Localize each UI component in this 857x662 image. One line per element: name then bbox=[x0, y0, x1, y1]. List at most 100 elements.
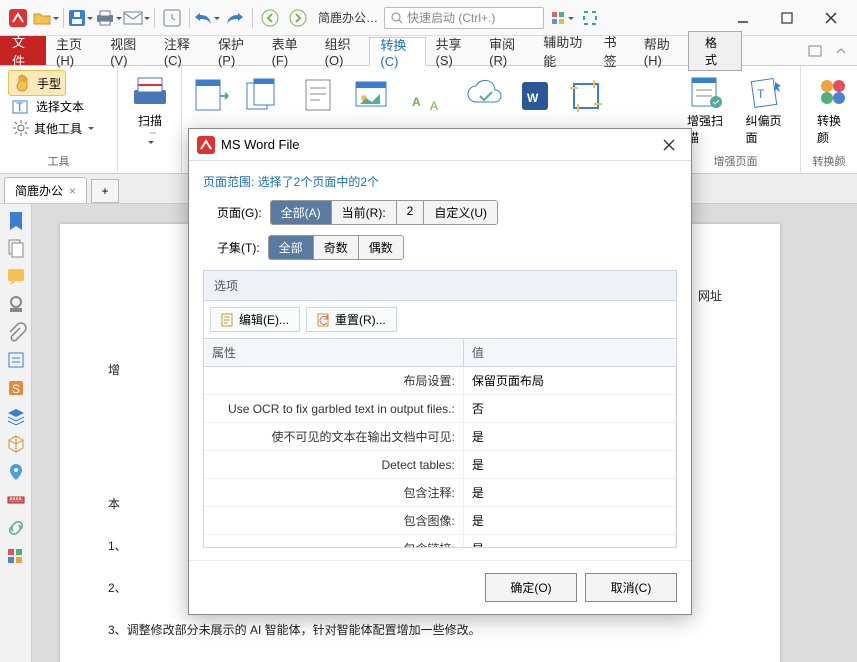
font-icon[interactable]: AA bbox=[410, 76, 450, 116]
image-convert-icon[interactable] bbox=[352, 76, 396, 116]
table-row[interactable]: 包含链接:是 bbox=[204, 535, 676, 549]
format-button[interactable]: 格式 bbox=[688, 31, 742, 71]
attachment-icon[interactable] bbox=[6, 322, 26, 342]
ms-word-export-dialog: MS Word File 页面范围: 选择了2个页面中的2个 页面(G): 全部… bbox=[188, 128, 692, 615]
col-value: 值 bbox=[463, 339, 675, 367]
table-row[interactable]: Use OCR to fix garbled text in output fi… bbox=[204, 395, 676, 423]
svg-text:A: A bbox=[412, 95, 421, 109]
reset-options-button[interactable]: 重置(R)... bbox=[306, 307, 397, 332]
save-icon[interactable] bbox=[69, 6, 93, 30]
segment-option[interactable]: 当前(R): bbox=[332, 201, 397, 224]
convert-color-group-label: 转换颜 bbox=[809, 151, 849, 169]
dialog-title: MS Word File bbox=[221, 137, 300, 152]
add-tab-button[interactable]: + bbox=[91, 179, 119, 203]
print-icon[interactable] bbox=[97, 6, 121, 30]
pages-panel-icon[interactable] bbox=[6, 238, 26, 258]
convert-pages-icon[interactable] bbox=[244, 76, 284, 116]
segment-option[interactable]: 偶数 bbox=[359, 236, 403, 259]
tools-menu-icon[interactable] bbox=[550, 6, 574, 30]
table-row[interactable]: 使不可见的文本在输出文档中可见:是 bbox=[204, 423, 676, 451]
segment-option[interactable]: 自定义(U) bbox=[424, 201, 497, 224]
menu-tab[interactable]: 转换(C) bbox=[369, 37, 425, 66]
geo-icon[interactable] bbox=[6, 462, 26, 482]
convert-page-icon[interactable] bbox=[190, 76, 230, 116]
table-row[interactable]: 包含图像:是 bbox=[204, 507, 676, 535]
menu-tab[interactable]: 辅助功能 bbox=[533, 36, 593, 65]
dialog-titlebar[interactable]: MS Word File bbox=[189, 129, 691, 161]
window-close-button[interactable] bbox=[809, 3, 853, 33]
stamp-icon[interactable] bbox=[6, 294, 26, 314]
ruler-icon[interactable] bbox=[6, 490, 26, 510]
scan-button[interactable]: 扫描 bbox=[126, 70, 174, 149]
mail-icon[interactable] bbox=[125, 6, 149, 30]
undo-icon[interactable] bbox=[195, 6, 219, 30]
hand-tool[interactable]: 手型 bbox=[8, 70, 66, 96]
dialog-app-icon bbox=[197, 136, 215, 154]
segment-option[interactable]: 2 bbox=[397, 201, 425, 224]
options-table[interactable]: 属性 值 布局设置:保留页面布局Use OCR to fix garbled t… bbox=[203, 338, 677, 548]
tools-group-label: 工具 bbox=[8, 151, 109, 169]
table-row[interactable]: 包含注释:是 bbox=[204, 479, 676, 507]
nav-fwd-icon[interactable] bbox=[286, 6, 310, 30]
side-panel: S bbox=[0, 204, 32, 662]
ribbon-opts-icon[interactable] bbox=[804, 39, 824, 63]
document-icon[interactable] bbox=[298, 76, 338, 116]
table-row[interactable]: 布局设置:保留页面布局 bbox=[204, 367, 676, 395]
cancel-button[interactable]: 取消(C) bbox=[585, 573, 677, 602]
close-tab-icon[interactable]: × bbox=[69, 184, 76, 198]
edit-icon bbox=[221, 313, 235, 327]
subset-segment[interactable]: 全部奇数偶数 bbox=[268, 235, 404, 260]
menu-bar: 文件 主页(H)视图(V)注释(C)保护(P)表单(F)组织(O)转换(C)共享… bbox=[0, 36, 857, 66]
menu-tab[interactable]: 共享(S) bbox=[426, 36, 480, 65]
bookmark-icon[interactable] bbox=[6, 210, 26, 230]
collapse-ribbon-icon[interactable] bbox=[831, 39, 851, 63]
select-text-icon: T bbox=[12, 99, 32, 115]
deskew-button[interactable]: T 纠偏页面 bbox=[738, 70, 793, 150]
options-header: 选项 bbox=[203, 270, 677, 300]
menu-tab[interactable]: 保护(P) bbox=[208, 36, 262, 65]
nav-back-icon[interactable] bbox=[258, 6, 282, 30]
gear-icon bbox=[12, 119, 30, 137]
quick-launch-search[interactable]: 快速启动 (Ctrl+.) bbox=[384, 7, 544, 29]
table-row[interactable]: Detect tables:是 bbox=[204, 451, 676, 479]
redo-icon[interactable] bbox=[223, 6, 247, 30]
window-minimize-button[interactable] bbox=[721, 3, 765, 33]
other-tools-menu[interactable]: 其他工具 bbox=[8, 117, 98, 139]
select-text-tool[interactable]: T 选择文本 bbox=[8, 96, 88, 117]
cloud-convert-icon[interactable] bbox=[464, 76, 504, 116]
revert-icon[interactable] bbox=[160, 6, 184, 30]
comments-icon[interactable] bbox=[6, 266, 26, 286]
crop-icon[interactable] bbox=[566, 76, 606, 116]
ok-button[interactable]: 确定(O) bbox=[485, 573, 577, 602]
palette-icon bbox=[815, 74, 851, 110]
window-maximize-button[interactable] bbox=[765, 3, 809, 33]
col-property: 属性 bbox=[204, 339, 463, 367]
layers-icon[interactable] bbox=[6, 406, 26, 426]
file-menu[interactable]: 文件 bbox=[0, 36, 46, 65]
dialog-close-button[interactable] bbox=[655, 133, 683, 157]
menu-tab[interactable]: 表单(F) bbox=[262, 36, 315, 65]
word-export-icon[interactable]: W bbox=[518, 76, 552, 116]
fullscreen-icon[interactable] bbox=[578, 6, 602, 30]
signature-icon[interactable]: S bbox=[6, 378, 26, 398]
convert-color-button[interactable]: 转换颜 bbox=[809, 70, 857, 150]
document-tab[interactable]: 简鹿办公 × bbox=[4, 177, 87, 203]
segment-option[interactable]: 奇数 bbox=[314, 236, 359, 259]
enhance-group-label: 增强页面 bbox=[679, 151, 792, 169]
menu-tab[interactable]: 组织(O) bbox=[315, 36, 370, 65]
menu-tab[interactable]: 帮助(H) bbox=[634, 36, 688, 65]
segment-option[interactable]: 全部(A) bbox=[271, 201, 332, 224]
menu-tab[interactable]: 审阅(R) bbox=[479, 36, 533, 65]
menu-tab[interactable]: 书签 bbox=[594, 36, 634, 65]
menu-tab[interactable]: 注释(C) bbox=[154, 36, 208, 65]
open-icon[interactable] bbox=[34, 6, 58, 30]
link-icon[interactable] bbox=[6, 518, 26, 538]
form-icon[interactable] bbox=[6, 350, 26, 370]
3d-icon[interactable] bbox=[6, 434, 26, 454]
tags-icon[interactable] bbox=[6, 546, 26, 566]
page-range-segment[interactable]: 全部(A)当前(R):2自定义(U) bbox=[270, 200, 498, 225]
menu-tab[interactable]: 主页(H) bbox=[46, 36, 100, 65]
menu-tab[interactable]: 视图(V) bbox=[100, 36, 154, 65]
edit-options-button[interactable]: 编辑(E)... bbox=[210, 307, 300, 332]
segment-option[interactable]: 全部 bbox=[269, 236, 314, 259]
